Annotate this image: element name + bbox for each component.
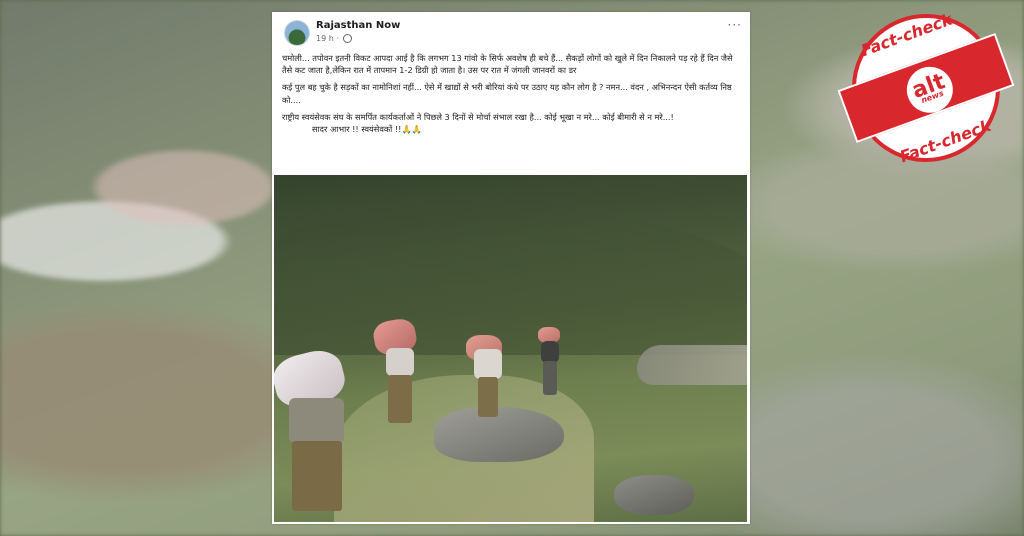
person-carrying-sack	[536, 327, 566, 407]
globe-icon	[343, 34, 353, 43]
post-signoff: सादर आभार !! स्वयंसेवकों !!🙏🙏	[312, 124, 422, 135]
person-legs	[478, 377, 498, 417]
person-legs	[388, 375, 412, 423]
person-carrying-sack	[274, 345, 364, 522]
person-torso	[289, 398, 344, 443]
post-timestamp[interactable]: 19 h ·	[316, 34, 353, 43]
person-torso	[474, 349, 502, 379]
page-avatar[interactable]	[284, 20, 310, 46]
post-text: चमोली... तपोवन इतनी विकट आपदा आई है कि ल…	[282, 52, 737, 140]
timestamp-text: 19 h ·	[316, 34, 339, 43]
page-name[interactable]: Rajasthan Now	[316, 20, 400, 31]
post-paragraph: कई पुल बह चुके है सड़कों का नामोनिशां नह…	[282, 82, 732, 105]
person-legs	[543, 361, 557, 395]
facebook-post: Rajasthan Now 19 h · ··· चमोली... तपोवन …	[272, 12, 750, 524]
rock	[614, 475, 694, 515]
post-paragraph: चमोली... तपोवन इतनी विकट आपदा आई है कि ल…	[282, 53, 733, 76]
post-paragraph: राष्ट्रीय स्वयंसेवक संघ के समर्पित कार्य…	[282, 111, 674, 122]
post-photo[interactable]	[274, 175, 747, 522]
person-torso	[386, 348, 414, 376]
more-options-button[interactable]: ···	[728, 18, 742, 32]
person-torso	[541, 341, 559, 363]
person-legs	[292, 441, 342, 511]
post-header: Rajasthan Now 19 h · ···	[272, 12, 750, 46]
river-valley	[637, 345, 747, 385]
person-carrying-sack	[371, 316, 424, 440]
person-carrying-sack	[466, 327, 511, 432]
